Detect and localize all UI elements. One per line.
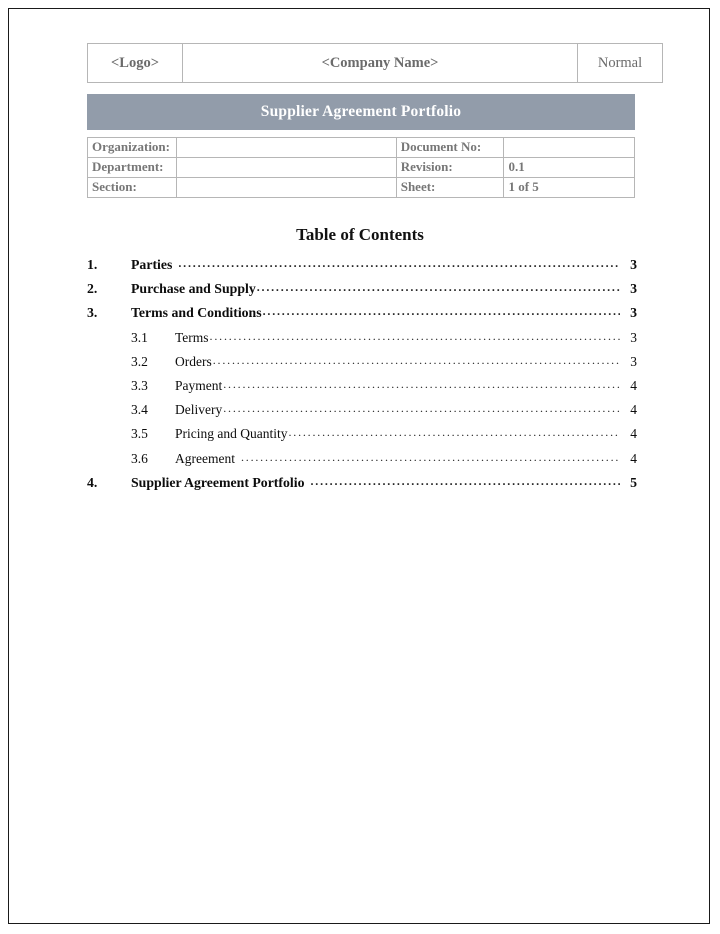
logo-placeholder-cell: <Logo> [87, 43, 183, 83]
toc-entry-number: 3. [87, 305, 98, 321]
toc-entry[interactable]: 3. Terms and Conditions 3 [87, 305, 637, 321]
revision-value: 0.1 [503, 157, 635, 178]
toc-entry-label: Terms and Conditions [131, 305, 262, 321]
toc-entry-number: 3.2 [131, 353, 148, 369]
toc-leader-dots [257, 280, 620, 295]
document-header-table: <Logo> <Company Name> Normal [87, 43, 663, 83]
toc-leader-dots [241, 450, 620, 465]
table-of-contents-heading: Table of Contents [296, 225, 424, 244]
sheet-value: 1 of 5 [503, 177, 635, 198]
toc-entry-label: Parties [131, 257, 173, 272]
organization-label: Organization: [86, 137, 178, 158]
toc-leader-dots [288, 425, 620, 440]
toc-entry-number: 3.5 [131, 426, 148, 442]
toc-entry-label: Purchase and Supply [131, 281, 256, 297]
toc-leader-dots [210, 329, 620, 344]
toc-entry-number: 3.6 [131, 450, 148, 466]
department-label: Department: [86, 157, 178, 178]
table-row: Department: Revision: 0.1 [86, 157, 635, 178]
toc-entry[interactable]: 3.6 Agreement 4 [87, 451, 637, 467]
toc-entry-page-number: 4 [630, 450, 637, 466]
department-value [176, 157, 397, 178]
toc-entry-page-number: 4 [630, 377, 637, 393]
toc-leader-dots [223, 401, 620, 416]
toc-leader-dots [178, 256, 620, 271]
toc-entry-number: 2. [87, 281, 98, 297]
toc-entry-page-number: 3 [630, 305, 637, 321]
toc-entry-label: Pricing and Quantity [175, 426, 288, 442]
toc-entry[interactable]: 4. Supplier Agreement Portfolio 5 [87, 475, 637, 491]
toc-leader-dots [310, 474, 620, 489]
toc-leader-dots [223, 377, 620, 392]
toc-entry-page-number: 4 [630, 426, 637, 442]
toc-entry[interactable]: 3.2 Orders 3 [87, 354, 637, 370]
toc-entry-label: Agreement [175, 450, 235, 466]
toc-entry-page-number: 3 [630, 353, 637, 369]
document-page: <Logo> <Company Name> Normal Supplier Ag… [8, 8, 710, 924]
company-name-placeholder-cell: <Company Name> [182, 43, 578, 83]
organization-value [176, 137, 397, 158]
toc-entry[interactable]: 3.1 Terms 3 [87, 330, 637, 346]
toc-entry-label: Supplier Agreement Portfolio [131, 474, 305, 490]
table-of-contents-list: 1. Parties 3 2. Purchase and Supply 3 3. Terms … [87, 257, 637, 499]
table-row: <Logo> <Company Name> Normal [87, 43, 663, 83]
sheet-label: Sheet: [395, 177, 505, 198]
toc-entry[interactable]: 3.4 Delivery 4 [87, 402, 637, 418]
toc-entry-number: 3.4 [131, 402, 148, 418]
toc-entry-number: 3.1 [131, 329, 148, 345]
document-metadata-table: Organization: Document No: Department: R… [86, 137, 635, 198]
document-no-value [503, 137, 635, 158]
toc-leader-dots [213, 353, 620, 368]
toc-entry-number: 4. [87, 474, 98, 490]
classification-cell: Normal [577, 43, 663, 83]
toc-entry-page-number: 3 [630, 281, 637, 297]
section-value [176, 177, 397, 198]
toc-entry-label: Orders [175, 353, 212, 369]
toc-entry[interactable]: 2. Purchase and Supply 3 [87, 281, 637, 297]
metadata-body: Organization: Document No: Department: R… [86, 137, 635, 198]
toc-entry-page-number: 5 [630, 474, 637, 490]
toc-entry[interactable]: 3.3 Payment 4 [87, 378, 637, 394]
toc-entry-label: Delivery [175, 402, 223, 418]
toc-entry-label: Payment [175, 377, 223, 393]
section-label: Section: [86, 177, 178, 198]
toc-entry-page-number: 3 [630, 329, 637, 345]
toc-entry-label: Terms [175, 329, 209, 345]
document-no-label: Document No: [395, 137, 505, 158]
revision-label: Revision: [395, 157, 505, 178]
toc-entry-number: 3.3 [131, 377, 148, 393]
toc-leader-dots [263, 304, 620, 319]
table-row: Organization: Document No: [86, 137, 635, 158]
toc-entry-number: 1. [87, 257, 98, 272]
toc-entry-page-number: 4 [630, 402, 637, 418]
table-row: Section: Sheet: 1 of 5 [86, 177, 635, 198]
toc-entry[interactable]: 3.5 Pricing and Quantity 4 [87, 426, 637, 442]
document-title-banner: Supplier Agreement Portfolio [87, 94, 635, 130]
toc-entry[interactable]: 1. Parties 3 [87, 257, 637, 273]
toc-entry-page-number: 3 [630, 257, 637, 272]
